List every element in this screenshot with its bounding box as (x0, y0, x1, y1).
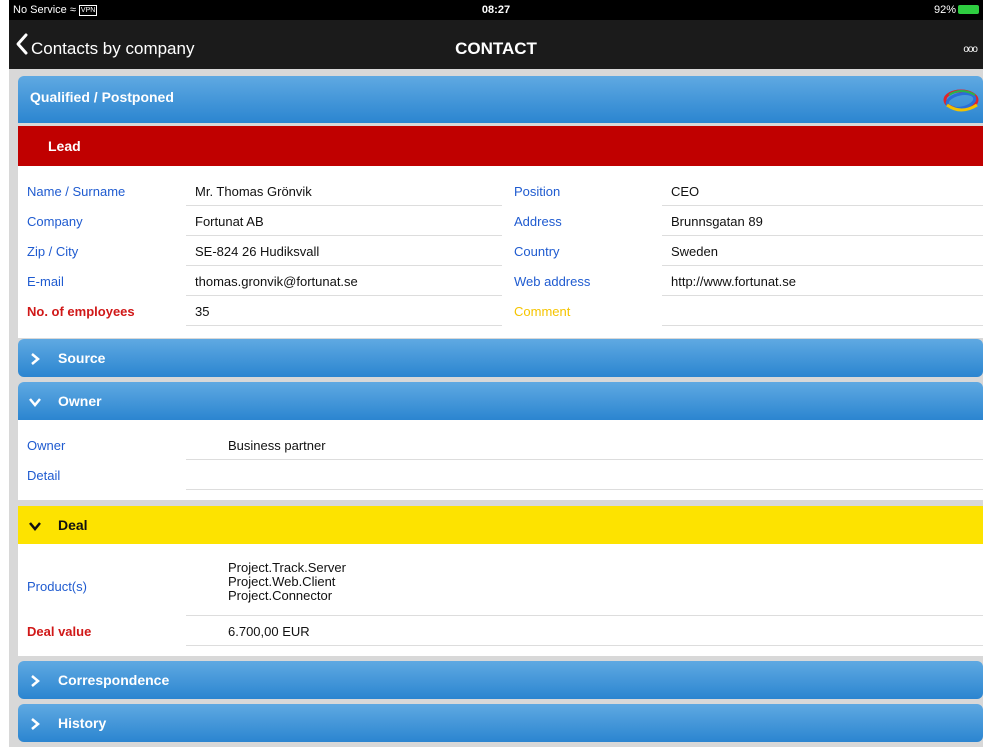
company-logo-icon (943, 89, 979, 112)
product-item: Project.Track.Server (228, 560, 346, 575)
field-label: Company (27, 214, 83, 229)
field-owner: Owner Business partner (18, 430, 983, 460)
field-value[interactable]: thomas.gronvik@fortunat.se (195, 274, 358, 289)
product-item: Project.Connector (228, 588, 333, 603)
section-source[interactable]: Source (18, 339, 983, 377)
back-button[interactable]: Contacts by company (31, 39, 194, 59)
field-name: Name / Surname Mr. Thomas Grönvik (18, 176, 502, 206)
app-frame: No Service ≈ VPN 08:27 92% Contacts by co… (9, 0, 983, 747)
owner-panel: Owner Business partner Detail (18, 420, 983, 500)
field-label: Comment (514, 304, 571, 319)
field-label: Deal value (27, 624, 92, 639)
field-label: No. of employees (27, 304, 135, 319)
field-zip-city: Zip / City SE-824 26 Hudiksvall (18, 236, 502, 266)
field-company: Company Fortunat AB (18, 206, 502, 236)
deal-panel: Product(s) Project.Track.Server Project.… (18, 544, 983, 656)
field-employees: No. of employees 35 (18, 296, 502, 326)
lead-panel: Name / Surname Mr. Thomas Grönvik Compan… (18, 166, 983, 338)
section-label: Correspondence (58, 672, 170, 688)
more-options-icon[interactable]: ooo (963, 44, 978, 55)
field-label: Owner (27, 438, 66, 453)
field-value[interactable]: 35 (195, 304, 209, 319)
divider (186, 325, 502, 326)
products-list[interactable]: Project.Track.Server Project.Web.Client … (228, 561, 346, 603)
navigation-bar: Contacts by company CONTACT ooo (9, 20, 983, 69)
field-country: Country Sweden (505, 236, 983, 266)
field-value[interactable]: Brunnsgatan 89 (671, 214, 763, 229)
status-bar: No Service ≈ VPN 08:27 92% (9, 0, 983, 20)
field-value[interactable]: Fortunat AB (195, 214, 264, 229)
divider (662, 325, 983, 326)
field-position: Position CEO (505, 176, 983, 206)
field-label: Country (514, 244, 560, 259)
section-owner[interactable]: Owner (18, 382, 983, 420)
divider (186, 645, 983, 646)
battery-icon (958, 5, 979, 14)
battery-percent: 92% (933, 4, 956, 16)
field-label: Address (514, 214, 562, 229)
section-label: Owner (58, 393, 102, 409)
field-value[interactable]: Sweden (671, 244, 718, 259)
status-label: Qualified / Postponed (30, 89, 174, 105)
clock: 08:27 (481, 4, 511, 16)
field-label: Web address (514, 274, 591, 289)
section-deal[interactable]: Deal (18, 506, 983, 544)
lead-header: Lead (18, 126, 983, 166)
field-label: E-mail (27, 274, 64, 289)
chevron-down-icon (29, 398, 41, 407)
section-correspondence[interactable]: Correspondence (18, 661, 983, 699)
chevron-right-icon (31, 675, 40, 687)
section-label: Deal (58, 517, 88, 533)
field-value[interactable]: SE-824 26 Hudiksvall (195, 244, 319, 259)
chevron-right-icon (31, 718, 40, 730)
lead-label: Lead (48, 138, 81, 154)
field-label: Position (514, 184, 561, 199)
field-label: Zip / City (27, 244, 79, 259)
field-label: Detail (27, 468, 61, 483)
chevron-down-icon (29, 522, 41, 531)
field-comment: Comment (505, 296, 983, 326)
field-web-address: Web address http://www.fortunat.se (505, 266, 983, 296)
divider (186, 489, 983, 490)
field-value[interactable]: Business partner (228, 438, 326, 453)
field-value[interactable]: 6.700,00 EUR (228, 624, 310, 639)
product-item: Project.Web.Client (228, 574, 336, 589)
field-label: Product(s) (27, 579, 87, 594)
field-email: E-mail thomas.gronvik@fortunat.se (18, 266, 502, 296)
section-label: Source (58, 350, 106, 366)
field-value[interactable]: http://www.fortunat.se (671, 274, 796, 289)
battery-status: 92% (934, 4, 979, 16)
field-deal-value: Deal value 6.700,00 EUR (18, 616, 983, 646)
section-label: History (58, 715, 107, 731)
field-value[interactable]: Mr. Thomas Grönvik (195, 184, 312, 199)
section-history[interactable]: History (18, 704, 983, 742)
field-products: Product(s) Project.Track.Server Project.… (18, 554, 983, 616)
field-address: Address Brunnsgatan 89 (505, 206, 983, 236)
status-header: Qualified / Postponed (18, 76, 983, 123)
field-value[interactable]: CEO (671, 184, 699, 199)
field-detail: Detail (18, 460, 983, 490)
field-label: Name / Surname (27, 184, 126, 199)
chevron-right-icon (31, 353, 40, 365)
